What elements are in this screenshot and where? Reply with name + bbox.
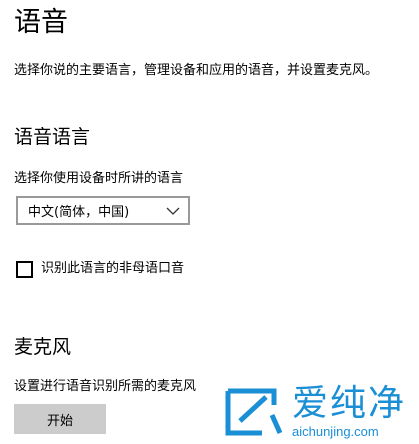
non-native-accent-label: 识别此语言的非母语口音 — [41, 261, 185, 276]
non-native-accent-checkbox[interactable] — [16, 260, 33, 278]
watermark-url: aichunjing.com — [292, 424, 379, 439]
speech-language-dropdown[interactable]: 中文(简体，中国) — [16, 196, 190, 225]
watermark-logo-icon — [225, 388, 283, 436]
non-native-accent-option[interactable]: 识别此语言的非母语口音 — [16, 260, 184, 278]
selected-language-value: 中文(简体，中国) — [28, 205, 130, 220]
page-title: 语音 — [14, 7, 68, 38]
microphone-description: 设置进行语音识别所需的麦克风 — [14, 379, 197, 394]
microphone-heading: 麦克风 — [14, 336, 72, 358]
watermark-brand: 爱纯净 — [292, 383, 407, 424]
speech-language-heading: 语音语言 — [14, 126, 91, 148]
page-intro-text: 选择你说的主要语言，管理设备和应用的语音，并设置麦克风。 — [14, 63, 379, 78]
speech-language-select-label: 选择你使用设备时所讲的语言 — [14, 171, 184, 186]
chevron-down-icon — [166, 207, 180, 215]
microphone-start-button[interactable]: 开始 — [14, 404, 106, 434]
